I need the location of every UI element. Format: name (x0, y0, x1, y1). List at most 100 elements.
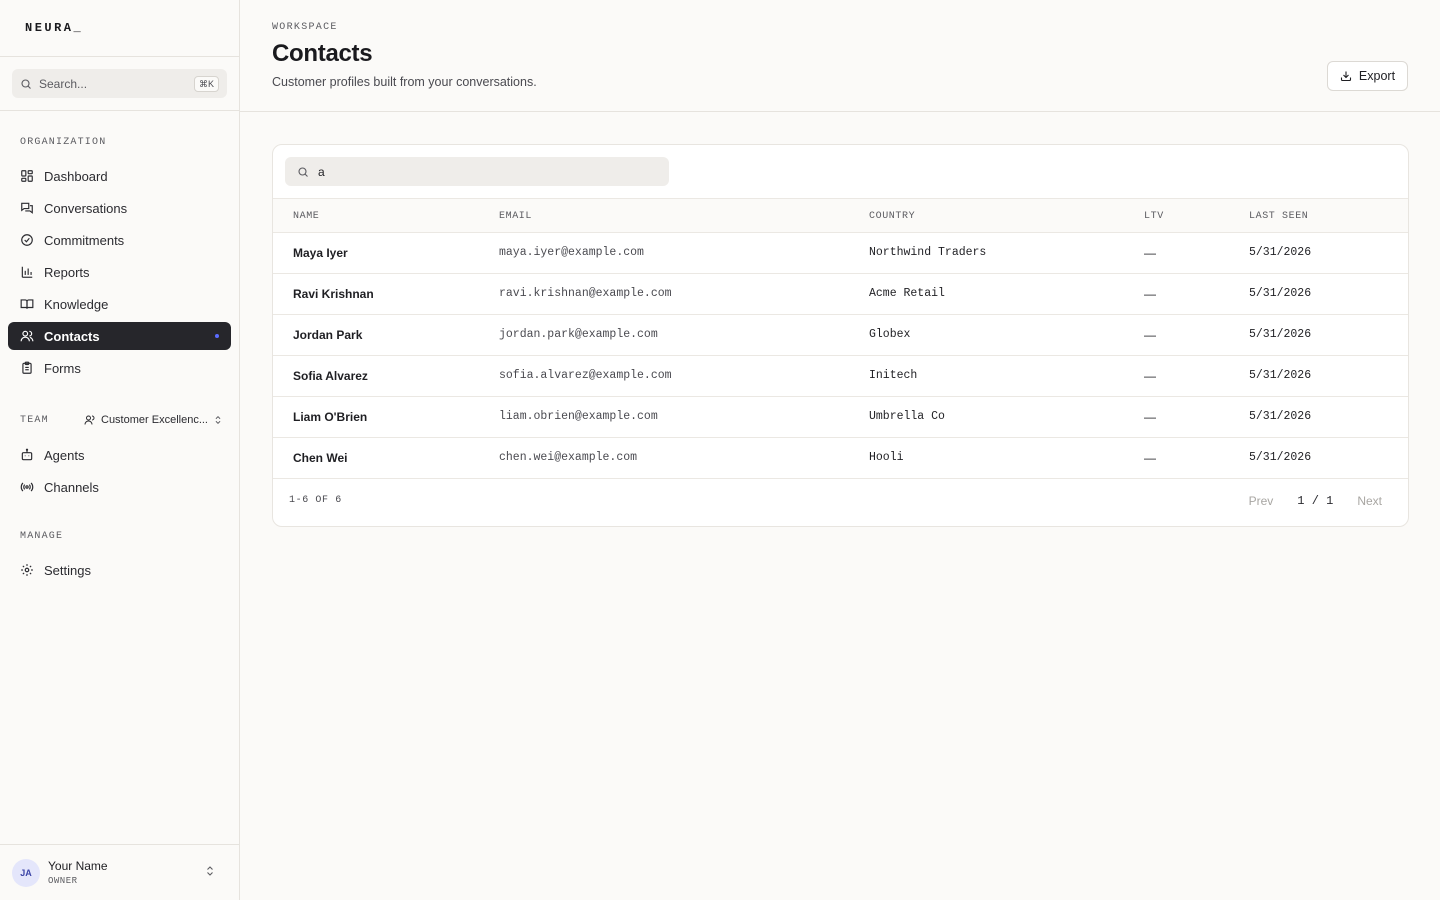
team-selector[interactable]: Customer Excellenc... (84, 410, 223, 430)
cell-name: Maya Iyer (293, 246, 348, 260)
channels-icon (20, 482, 34, 492)
cell-country: Hooli (869, 451, 904, 464)
sidebar-item-label: Agents (44, 447, 85, 463)
cell-ltv: — (1144, 328, 1156, 342)
export-button-label: Export (1358, 69, 1396, 83)
column-header-last-seen[interactable]: LAST SEEN (1249, 211, 1308, 222)
user-menu[interactable]: JA Your Name OWNER (0, 844, 240, 900)
sidebar-item-label: Forms (44, 360, 81, 376)
reports-icon (21, 266, 33, 278)
cell-name: Liam O'Brien (293, 410, 368, 424)
column-header-country[interactable]: COUNTRY (869, 211, 915, 222)
download-icon (1340, 71, 1351, 82)
table-row[interactable]: Maya Iyer maya.iyer@example.com Northwin… (273, 233, 1408, 274)
sidebar-search-placeholder: Search... (39, 76, 88, 91)
cell-last-seen: 5/31/2026 (1249, 451, 1312, 464)
table-header: NAME EMAIL COUNTRY LTV LAST SEEN (273, 198, 1408, 233)
contacts-icon (20, 330, 34, 342)
team-selector-label: Customer Excellenc... (101, 414, 208, 426)
sidebar-item-contacts[interactable]: Contacts (8, 322, 231, 350)
table-footer: 1-6 OF 6 Prev 1 / 1 Next (273, 477, 1408, 526)
column-header-email[interactable]: EMAIL (499, 211, 532, 222)
sidebar-item-commitments[interactable]: Commitments (8, 226, 231, 254)
page-header: WORKSPACE Contacts Customer profiles bui… (240, 0, 1440, 112)
sidebar-item-channels[interactable]: Channels (8, 473, 231, 501)
section-label-organization: ORGANIZATION (20, 137, 107, 148)
cell-country: Umbrella Co (869, 410, 945, 423)
sidebar-item-label: Contacts (44, 328, 100, 344)
section-label-team: TEAM (20, 414, 49, 426)
user-name: Your Name (48, 859, 108, 873)
avatar: JA (12, 858, 40, 887)
cell-ltv: — (1144, 369, 1156, 383)
main-content: WORKSPACE Contacts Customer profiles bui… (240, 0, 1440, 900)
sidebar-item-label: Knowledge (44, 296, 109, 312)
user-info: Your Name OWNER (48, 859, 108, 886)
column-header-name[interactable]: NAME (293, 211, 319, 222)
user-role: OWNER (48, 876, 78, 886)
cell-email: maya.iyer@example.com (499, 246, 644, 259)
cell-ltv: — (1144, 410, 1156, 424)
contacts-table: NAME EMAIL COUNTRY LTV LAST SEEN Maya Iy… (273, 198, 1408, 479)
knowledge-icon (20, 299, 34, 309)
conversations-icon (21, 202, 33, 214)
sidebar-item-knowledge[interactable]: Knowledge (8, 290, 231, 318)
cell-country: Northwind Traders (869, 246, 987, 259)
export-button[interactable]: Export (1327, 61, 1408, 91)
sidebar-item-conversations[interactable]: Conversations (8, 194, 231, 222)
sidebar-item-agents[interactable]: Agents (8, 441, 231, 469)
sidebar: NEURA_ Search... ⌘K ORGANIZATION Dashboa… (0, 0, 240, 900)
sidebar-item-settings[interactable]: Settings (8, 556, 231, 584)
sidebar-item-label: Commitments (44, 232, 125, 248)
column-header-ltv[interactable]: LTV (1144, 211, 1164, 222)
table-row[interactable]: Jordan Park jordan.park@example.com Glob… (273, 315, 1408, 356)
cell-last-seen: 5/31/2026 (1249, 369, 1312, 382)
sidebar-item-label: Channels (44, 479, 99, 495)
sidebar-item-forms[interactable]: Forms (8, 354, 231, 382)
cell-email: sofia.alvarez@example.com (499, 369, 672, 382)
dashboard-icon (21, 170, 33, 182)
cell-name: Jordan Park (293, 328, 363, 342)
row-count: 1-6 OF 6 (289, 495, 342, 506)
table-row[interactable]: Ravi Krishnan ravi.krishnan@example.com … (273, 274, 1408, 315)
page-subtitle: Customer profiles built from your conver… (272, 75, 537, 89)
brand-header: NEURA_ (0, 0, 239, 57)
chevron-up-down-icon (215, 416, 221, 424)
cell-country: Acme Retail (869, 287, 945, 300)
cell-name: Sofia Alvarez (293, 369, 368, 383)
team-row: TEAM Customer Excellenc... (0, 410, 240, 430)
cell-country: Globex (869, 328, 911, 341)
next-page-button[interactable]: Next (1357, 494, 1382, 508)
contacts-table-card: NAME EMAIL COUNTRY LTV LAST SEEN Maya Iy… (272, 144, 1409, 527)
contacts-filter-field[interactable] (285, 157, 669, 186)
sidebar-item-reports[interactable]: Reports (8, 258, 231, 286)
brand-logo[interactable]: NEURA_ (25, 21, 83, 35)
chevron-up-down-icon (207, 866, 213, 876)
cell-ltv: — (1144, 451, 1156, 465)
page-indicator: 1 / 1 (1297, 494, 1334, 508)
gear-icon (21, 564, 33, 576)
cell-country: Initech (869, 369, 918, 382)
cell-email: liam.obrien@example.com (499, 410, 658, 423)
page-title: Contacts (272, 40, 373, 67)
contacts-filter-input[interactable] (318, 164, 658, 179)
cell-name: Ravi Krishnan (293, 287, 374, 301)
cell-last-seen: 5/31/2026 (1249, 246, 1312, 259)
cell-email: jordan.park@example.com (499, 328, 658, 341)
search-icon (21, 78, 31, 89)
search-shortcut-badge: ⌘K (193, 75, 219, 92)
sidebar-item-label: Reports (44, 264, 90, 280)
cell-last-seen: 5/31/2026 (1249, 287, 1312, 300)
sidebar-search-area: Search... ⌘K (0, 57, 239, 111)
table-row[interactable]: Sofia Alvarez sofia.alvarez@example.com … (273, 356, 1408, 397)
sidebar-search-input[interactable]: Search... ⌘K (12, 69, 227, 98)
table-row[interactable]: Chen Wei chen.wei@example.com Hooli — 5/… (273, 438, 1408, 479)
table-row[interactable]: Liam O'Brien liam.obrien@example.com Umb… (273, 397, 1408, 438)
sidebar-item-dashboard[interactable]: Dashboard (8, 162, 231, 190)
sidebar-item-label: Dashboard (44, 168, 108, 184)
pagination: Prev 1 / 1 Next (1249, 494, 1382, 508)
prev-page-button[interactable]: Prev (1249, 494, 1274, 508)
search-icon (298, 166, 308, 177)
sidebar-item-label: Conversations (44, 200, 128, 216)
cell-last-seen: 5/31/2026 (1249, 328, 1312, 341)
